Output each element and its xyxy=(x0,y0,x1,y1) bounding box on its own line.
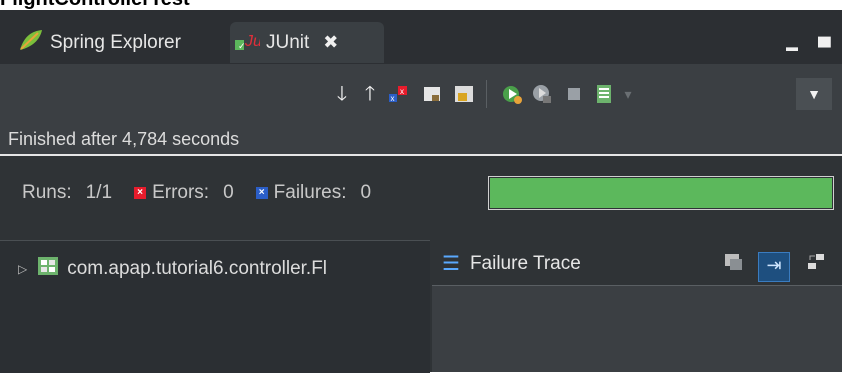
status-text: Finished after 4,784 seconds xyxy=(8,129,240,149)
tab-label: JUnit xyxy=(266,31,310,53)
test-run-history-icon[interactable] xyxy=(592,82,616,106)
counter-row: Runs: 1/1 × Errors: 0 × Failures: 0 xyxy=(22,182,371,204)
svg-text:Ju: Ju xyxy=(244,33,260,50)
stop-icon[interactable] xyxy=(562,82,586,106)
failures-label: Failures: xyxy=(273,182,347,203)
previous-failure-icon[interactable]: 🡑 xyxy=(358,82,382,106)
failure-icon: × xyxy=(255,187,268,199)
tab-junit[interactable]: ✓Ju JUnit ✖ xyxy=(230,22,384,63)
failure-trace-panel: ☰ Failure Trace ⇥ xyxy=(432,240,842,372)
status-bar: Finished after 4,784 seconds xyxy=(0,124,842,156)
failure-trace-header: ☰ Failure Trace ⇥ xyxy=(432,240,842,286)
error-icon: × xyxy=(134,187,147,199)
test-tree: ▷ com.apap.tutorial6.controller.Fl xyxy=(0,240,430,373)
failures-value: 0 xyxy=(360,182,372,203)
tab-label: Spring Explorer xyxy=(50,31,181,53)
tab-spring-explorer[interactable]: Spring Explorer xyxy=(18,22,181,63)
close-icon[interactable]: ✖ xyxy=(323,32,338,53)
show-failures-only-icon[interactable]: xx xyxy=(386,82,410,106)
rerun-test-icon[interactable] xyxy=(500,82,524,106)
toolbar: 🡓 🡑 xx ▾ ▼ xyxy=(0,64,842,124)
copy-trace-icon[interactable] xyxy=(722,252,746,276)
failure-trace-title: ☰ Failure Trace xyxy=(442,251,581,276)
minimize-button[interactable]: ▬ xyxy=(786,36,798,58)
runs-label: Runs: xyxy=(22,182,72,203)
history-lock-icon[interactable] xyxy=(452,82,476,106)
maximize-button[interactable]: ▀ xyxy=(818,36,831,58)
tree-item-label: com.apap.tutorial6.controller.Fl xyxy=(67,258,328,279)
counters-panel: Runs: 1/1 × Errors: 0 × Failures: 0 xyxy=(0,156,842,228)
progress-bar xyxy=(488,176,834,210)
list-icon: ☰ xyxy=(442,253,460,275)
expand-triangle-icon[interactable]: ▷ xyxy=(18,262,27,276)
compare-result-icon[interactable] xyxy=(804,252,828,276)
view-menu-icon[interactable]: ▼ xyxy=(796,78,832,110)
next-failure-icon[interactable]: 🡓 xyxy=(330,82,354,106)
failure-trace-label: Failure Trace xyxy=(469,252,581,274)
errors-label: Errors: xyxy=(152,182,210,203)
runs-value: 1/1 xyxy=(85,182,113,203)
tab-bar: Spring Explorer ✓Ju JUnit ✖ ▬ ▀ xyxy=(0,10,842,64)
errors-value: 0 xyxy=(223,182,234,203)
svg-text:x: x xyxy=(391,94,395,103)
scroll-lock-icon[interactable] xyxy=(420,82,444,106)
filter-stack-icon[interactable]: ⇥ xyxy=(758,252,790,282)
svg-text:x: x xyxy=(400,87,404,96)
progress-fill xyxy=(490,178,832,208)
chevron-down-icon[interactable]: ▾ xyxy=(616,82,640,106)
junit-icon: ✓Ju xyxy=(234,28,262,58)
tree-item[interactable]: ▷ com.apap.tutorial6.controller.Fl xyxy=(18,255,428,283)
test-class-icon xyxy=(37,255,59,283)
spring-leaf-icon xyxy=(18,28,44,58)
rerun-failed-first-icon[interactable] xyxy=(530,82,554,106)
